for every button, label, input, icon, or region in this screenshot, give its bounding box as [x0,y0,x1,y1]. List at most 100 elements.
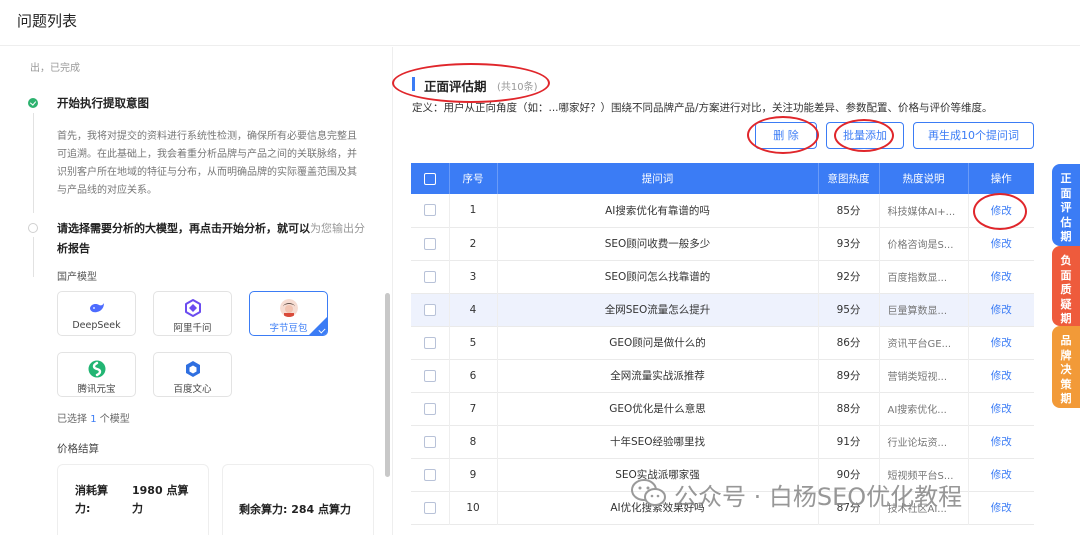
row-desc: 价格咨询是S... [879,227,969,260]
row-keyword: 十年SEO经验哪里找 [497,425,819,458]
truncated-text: 出，已完成 [30,63,80,74]
row-desc: AI搜索优化... [879,392,969,425]
panel-divider [392,47,393,535]
edit-link[interactable]: 修改 [991,271,1012,283]
model-card-qwen[interactable]: 阿里千问 [153,291,232,336]
row-checkbox[interactable] [423,501,436,514]
row-heat: 95分 [818,293,880,326]
row-no: 4 [449,293,498,326]
section-accent-bar [412,77,415,91]
check-icon [28,98,38,108]
whale-icon [90,303,104,313]
step-title: 开始执行提取意图 [57,96,149,110]
table-row: 2 SEO顾问收费一般多少 93分 价格咨询是S... 修改 [411,227,1034,260]
consumed-power-box: 消耗算 力: 1980 点算 力 [57,464,209,535]
regenerate-button[interactable]: 再生成10个提问词 [913,122,1034,149]
model-name: DeepSeek [72,320,121,331]
model-name: 阿里千问 [173,323,212,334]
table-row: 1 AI搜索优化有靠谱的吗 85分 科技媒体AI+... 修改 [411,194,1034,227]
price-settlement-label: 价格结算 [57,443,99,455]
edit-link[interactable]: 修改 [991,205,1012,217]
row-heat: 89分 [818,359,880,392]
edit-link[interactable]: 修改 [991,238,1012,250]
selected-corner [309,317,327,335]
question-table: 序号 提问词 意图热度 热度说明 操作 1 AI搜索优化有靠谱的吗 85分 科技… [411,163,1034,525]
left-panel: 出，已完成 开始执行提取意图 首先，我将对提交的资料进行系统性检测，确保所有必要… [0,47,392,535]
row-desc: 百度指数显... [879,260,969,293]
step-connector [33,113,34,213]
table-row: 3 SEO顾问怎么找靠谱的 92分 百度指数显... 修改 [411,260,1034,293]
model-card-deepseek[interactable]: DeepSeek [57,291,136,336]
row-heat: 88分 [818,392,880,425]
row-desc: 行业论坛资... [879,425,969,458]
row-no: 6 [449,359,498,392]
row-checkbox[interactable] [423,369,436,382]
table-row: 5 GEO顾问是做什么的 86分 资讯平台GE... 修改 [411,326,1034,359]
row-checkbox[interactable] [423,468,436,481]
edit-link[interactable]: 修改 [991,436,1012,448]
row-no: 8 [449,425,498,458]
delete-button[interactable]: 删 除 [755,122,817,149]
watermark: 公众号 · 白杨SEO优化教程 [630,474,1080,514]
edit-link[interactable]: 修改 [991,370,1012,382]
row-checkbox[interactable] [423,303,436,316]
side-tab-negative[interactable]: 负面质疑期 [1052,246,1080,326]
row-checkbox[interactable] [423,336,436,349]
doubao-avatar-icon [280,299,298,317]
row-no: 9 [449,458,498,491]
window-header: 问题列表 [0,0,1080,46]
row-heat: 85分 [818,194,880,227]
row-no: 7 [449,392,498,425]
yuanbao-icon [88,360,106,378]
select-all-checkbox[interactable] [423,172,436,185]
side-tab-decision[interactable]: 品牌决策期 [1052,326,1080,408]
window-title: 问题列表 [17,12,78,30]
remaining-power-box: 剩余算力: 284 点算力 [222,464,374,535]
row-checkbox[interactable] [423,237,436,250]
selected-count: 已选择 1 个模型 [57,414,130,425]
row-checkbox[interactable] [423,204,436,217]
row-checkbox[interactable] [423,435,436,448]
row-heat: 93分 [818,227,880,260]
side-tab-positive[interactable]: 正面评估期 [1052,164,1080,246]
section-count: (共10条) [497,82,538,93]
remaining-power: 剩余算力: 284 点算力 [239,503,352,516]
row-checkbox[interactable] [423,270,436,283]
row-keyword: GEO顾问是做什么的 [497,326,819,359]
section-title: 正面评估期 [424,79,487,94]
edit-link[interactable]: 修改 [991,304,1012,316]
table-row: 7 GEO优化是什么意思 88分 AI搜索优化... 修改 [411,392,1034,425]
wenxin-icon [186,361,200,377]
domestic-models-label: 国产模型 [57,272,97,283]
pending-step-icon [28,223,38,233]
step-connector [33,237,34,277]
model-card-yuanbao[interactable]: 腾讯元宝 [57,352,136,397]
row-checkbox[interactable] [423,402,436,415]
table-row: 4 全网SEO流量怎么提升 95分 巨量算数显... 修改 [411,293,1034,326]
row-desc: 资讯平台GE... [879,326,969,359]
row-keyword: 全网流量实战派推荐 [497,359,819,392]
row-keyword: GEO优化是什么意思 [497,392,819,425]
header-action: 操作 [990,173,1012,185]
model-name: 腾讯元宝 [77,384,116,395]
table-row: 6 全网流量实战派推荐 89分 营销类短视... 修改 [411,359,1034,392]
edit-link[interactable]: 修改 [991,337,1012,349]
row-heat: 91分 [818,425,880,458]
edit-link[interactable]: 修改 [991,403,1012,415]
model-card-doubao[interactable]: 字节豆包 [249,291,328,336]
row-keyword: SEO顾问收费一般多少 [497,227,819,260]
step-description: 首先，我将对提交的资料进行系统性检测，确保所有必要信息完整且 可追溯。在此基础上… [57,131,357,196]
header-desc: 热度说明 [879,163,969,194]
left-scrollbar[interactable] [385,293,390,477]
batch-add-button[interactable]: 批量添加 [826,122,904,149]
row-keyword: 全网SEO流量怎么提升 [497,293,819,326]
row-heat: 86分 [818,326,880,359]
row-no: 2 [449,227,498,260]
row-no: 10 [449,491,498,524]
step-title-select-model: 请选择需要分析的大模型，再点击开始分析，就可以为您输出分 析报告 [57,222,365,255]
wechat-icon [631,479,666,506]
row-desc: 科技媒体AI+... [879,194,969,227]
row-keyword: AI搜索优化有靠谱的吗 [497,194,819,227]
model-name: 百度文心 [173,384,212,395]
model-card-wenxin[interactable]: 百度文心 [153,352,232,397]
